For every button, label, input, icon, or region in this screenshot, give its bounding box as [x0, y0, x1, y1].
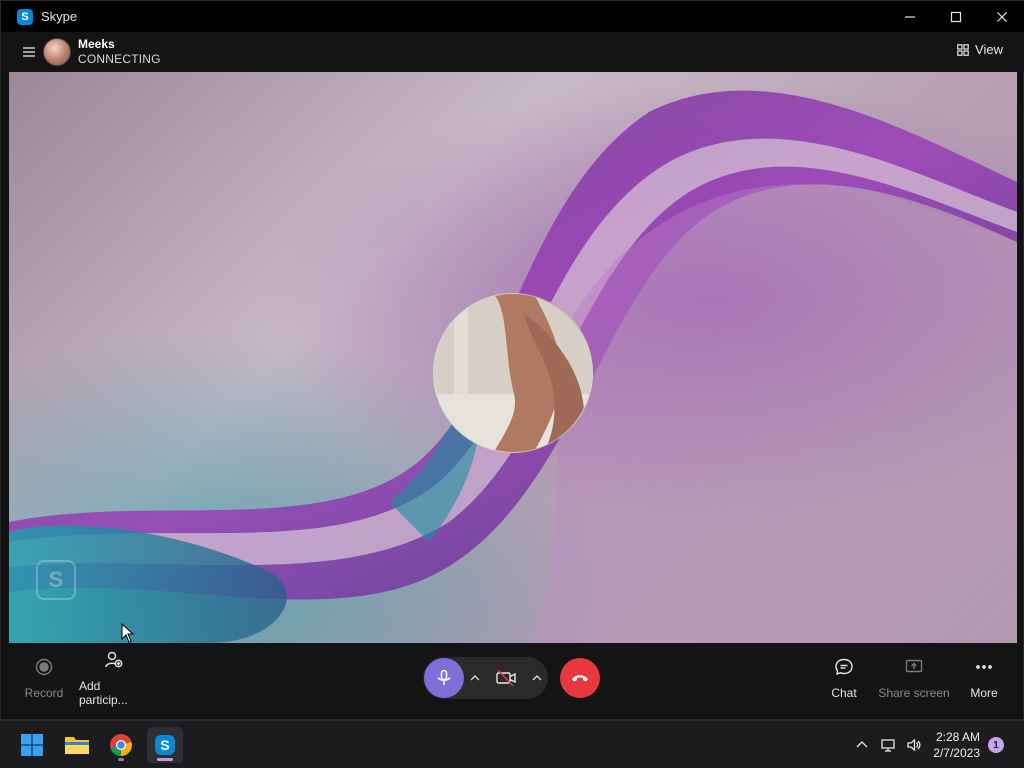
clock-date: 2/7/2023 [933, 746, 980, 760]
maximize-icon [950, 11, 962, 22]
center-controls [423, 657, 600, 699]
svg-text:S: S [160, 737, 169, 753]
grid-icon [957, 43, 969, 56]
chat-button[interactable]: Chat [811, 643, 877, 713]
skype-watermark-icon: S [36, 560, 76, 600]
record-icon-wrap [34, 656, 54, 678]
call-status: CONNECTING [78, 52, 161, 66]
chat-bubble-icon [835, 658, 853, 676]
folder-icon [65, 737, 89, 754]
volume-button[interactable] [901, 721, 927, 768]
add-participants-label: Add particip... [79, 679, 128, 707]
file-explorer-taskbar-button[interactable] [59, 727, 95, 763]
add-person-icon-wrap [104, 649, 124, 671]
camera-options-button[interactable] [526, 657, 548, 699]
active-indicator [157, 758, 173, 761]
add-person-icon [105, 651, 123, 668]
clock-button[interactable]: 2:28 AM 2/7/2023 [933, 729, 980, 761]
mouse-cursor-icon [121, 623, 135, 643]
minimize-icon [905, 15, 915, 18]
mic-camera-pill [423, 657, 548, 699]
system-tray: 2:28 AM 2/7/2023 1 [849, 721, 1024, 768]
right-controls: Chat Share screen More [811, 643, 1017, 713]
caller-info: Meeks CONNECTING [78, 37, 161, 67]
window-controls [887, 1, 1024, 32]
network-icon [881, 739, 895, 752]
skype-window: S Skype Meeks CONNECTING View S Record A… [0, 0, 1024, 720]
window-title: Skype [41, 9, 78, 24]
caller-name: Meeks [78, 37, 115, 51]
more-icon-wrap [974, 656, 994, 678]
camera-off-icon [496, 669, 516, 687]
participant-video-frame [434, 294, 592, 452]
camera-toggle-button[interactable] [486, 657, 526, 699]
minimize-button[interactable] [887, 1, 933, 32]
running-indicator [118, 758, 124, 761]
hang-up-icon [572, 675, 588, 682]
app-icon-letter: S [21, 10, 29, 23]
view-button[interactable]: View [957, 42, 1003, 57]
desktop: S Skype Meeks CONNECTING View S Record A… [0, 0, 1024, 768]
share-screen-button[interactable]: Share screen [877, 643, 951, 713]
chrome-taskbar-button[interactable] [103, 727, 139, 763]
record-button[interactable]: Record [9, 643, 79, 713]
call-header: Meeks CONNECTING View [1, 32, 1024, 72]
taskbar: S 2:28 AM 2/7/2023 1 [0, 720, 1024, 768]
remote-participant-video[interactable] [433, 293, 593, 453]
speaker-icon [907, 738, 921, 752]
skype-taskbar-button[interactable]: S [147, 727, 183, 763]
record-icon [35, 658, 53, 676]
add-participants-button[interactable]: Add particip... [79, 643, 149, 713]
close-icon [997, 11, 1007, 22]
record-label: Record [24, 686, 64, 700]
more-dots-icon [976, 665, 992, 669]
call-video-stage: S [9, 72, 1017, 643]
skype-app-icon: S [17, 8, 33, 25]
more-button[interactable]: More [951, 643, 1017, 713]
clock-time: 2:28 AM [935, 730, 980, 744]
chat-label: Chat [831, 686, 857, 700]
chrome-icon [110, 734, 132, 757]
share-screen-icon [905, 659, 923, 673]
watermark-letter: S [48, 567, 64, 592]
start-button[interactable] [14, 727, 50, 763]
share-screen-label: Share screen [878, 686, 950, 700]
left-controls: Record Add particip... [9, 643, 149, 713]
notification-badge[interactable]: 1 [988, 737, 1004, 753]
view-label: View [975, 42, 1003, 57]
title-bar: S Skype [1, 1, 1024, 32]
notification-count: 1 [993, 739, 999, 751]
chevron-up-icon [470, 674, 480, 681]
share-screen-icon-wrap [904, 656, 924, 678]
microphone-icon [437, 669, 451, 685]
chevron-up-icon [856, 741, 868, 748]
caller-avatar[interactable] [43, 38, 71, 66]
close-button[interactable] [979, 1, 1024, 32]
hamburger-icon [23, 47, 35, 57]
more-label: More [970, 686, 998, 700]
network-button[interactable] [875, 721, 901, 768]
maximize-button[interactable] [933, 1, 979, 32]
windows-logo-icon [21, 734, 43, 756]
microphone-button[interactable] [424, 658, 464, 698]
skype-icon: S [155, 735, 175, 755]
microphone-options-button[interactable] [464, 657, 486, 699]
chevron-up-icon [532, 674, 542, 681]
end-call-button[interactable] [560, 658, 600, 698]
show-hidden-icons-button[interactable] [849, 721, 875, 768]
chat-icon-wrap [834, 656, 854, 678]
call-control-bar: Record Add particip... Chat Share screen… [9, 643, 1017, 713]
